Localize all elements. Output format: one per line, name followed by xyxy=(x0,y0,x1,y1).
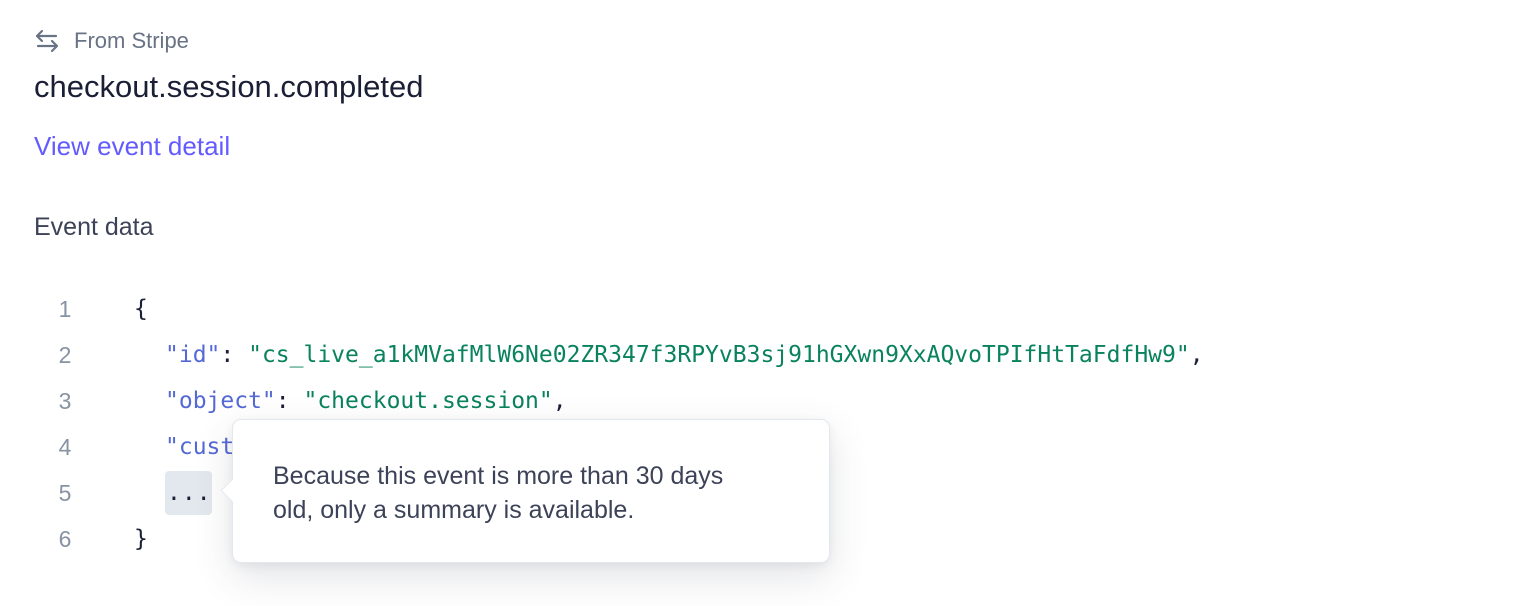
code-line: 1 { xyxy=(0,286,1522,332)
line-number: 2 xyxy=(58,342,72,368)
event-source-label: From Stripe xyxy=(74,28,189,53)
line-number: 4 xyxy=(58,434,72,460)
event-type-title: checkout.session.completed xyxy=(34,69,424,104)
code-line: 3 "object": "checkout.session", xyxy=(0,378,1522,424)
view-event-detail-link[interactable]: View event detail xyxy=(34,128,230,164)
line-content: "id": "cs_live_a1kMVafMlW6Ne02ZR347f3RPY… xyxy=(134,332,1204,378)
line-number: 3 xyxy=(58,388,72,414)
json-key: "object" xyxy=(165,388,276,414)
json-string-value: "checkout.session" xyxy=(303,388,553,414)
line-content: "object": "checkout.session", xyxy=(134,378,567,424)
event-data-heading: Event data xyxy=(34,213,154,241)
line-number: 6 xyxy=(58,526,72,552)
line-number: 5 xyxy=(58,480,72,506)
json-comma: , xyxy=(1189,342,1204,368)
tooltip-text: Because this event is more than 30 days … xyxy=(273,462,724,524)
line-content: ... xyxy=(134,470,212,516)
json-separator: : xyxy=(275,388,304,414)
json-string-value: "cs_live_a1kMVafMlW6Ne02ZR347f3RPYvB3sj9… xyxy=(248,342,1190,368)
summary-only-tooltip: Because this event is more than 30 days … xyxy=(220,419,830,563)
json-separator: : xyxy=(220,342,249,368)
event-source: From Stripe xyxy=(34,26,189,56)
code-line: 2 "id": "cs_live_a1kMVafMlW6Ne02ZR347f3R… xyxy=(0,332,1522,378)
arrows-swap-icon xyxy=(34,28,60,54)
collapsed-data-ellipsis-button[interactable]: ... xyxy=(165,471,212,515)
line-number: 1 xyxy=(58,296,72,322)
json-key: "id" xyxy=(165,342,221,368)
json-comma: , xyxy=(552,388,567,414)
line-content: } xyxy=(134,516,148,562)
line-content: "cust xyxy=(134,424,234,470)
line-content: { xyxy=(134,286,148,332)
json-close-brace: } xyxy=(134,526,148,552)
json-open-brace: { xyxy=(134,296,148,322)
json-key-partial: "cust xyxy=(165,434,235,460)
